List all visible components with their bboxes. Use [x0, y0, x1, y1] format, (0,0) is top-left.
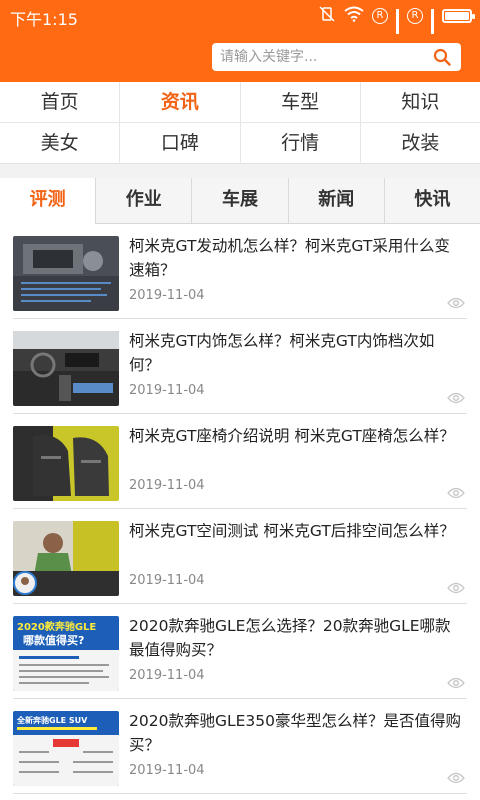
- list-item[interactable]: 柯米克GT发动机怎么样？柯米克GT采用什么变速箱？ 2019-11-04: [13, 224, 467, 319]
- tab-evaluation[interactable]: 评测: [0, 178, 97, 224]
- article-thumbnail: [13, 521, 119, 596]
- category-modification[interactable]: 改装: [361, 123, 480, 164]
- category-models[interactable]: 车型: [241, 82, 361, 122]
- article-date: 2019-11-04: [129, 288, 205, 303]
- list-item[interactable]: 全新奔驰GLE SUV 2020款奔驰GLE350豪华型怎么样？是否值得购买？ …: [13, 699, 467, 794]
- roaming-icon-2: R: [407, 8, 423, 24]
- article-date: 2019-11-04: [129, 668, 205, 683]
- article-thumbnail: [13, 236, 119, 311]
- article-title: 2020款奔驰GLE350豪华型怎么样？是否值得购买？: [129, 712, 461, 754]
- category-grid: 首页 资讯 车型 知识 美女 口碑 行情 改装: [0, 82, 480, 164]
- category-knowledge[interactable]: 知识: [361, 82, 480, 122]
- search-icon[interactable]: [433, 48, 451, 66]
- category-row: 首页 资讯 车型 知识: [0, 82, 480, 123]
- signal-icon-2: [431, 9, 434, 44]
- category-row: 美女 口碑 行情 改装: [0, 123, 480, 164]
- list-item[interactable]: 柯米克GT内饰怎么样？柯米克GT内饰档次如何？ 2019-11-04: [13, 319, 467, 414]
- article-title: 柯米克GT发动机怎么样？柯米克GT采用什么变速箱？: [129, 237, 450, 279]
- thumbnail-text: 哪款值得买?: [23, 633, 84, 647]
- header: [0, 34, 480, 82]
- category-beauty[interactable]: 美女: [0, 123, 121, 164]
- tab-auto-show[interactable]: 车展: [192, 178, 289, 223]
- category-reviews[interactable]: 口碑: [120, 123, 241, 164]
- wifi-icon: [344, 6, 364, 26]
- search-box[interactable]: [212, 43, 461, 71]
- article-title: 柯米克GT空间测试 柯米克GT后排空间怎么样？: [129, 522, 455, 540]
- tab-homework[interactable]: 作业: [96, 178, 193, 223]
- tab-flash[interactable]: 快讯: [385, 178, 480, 223]
- vibrate-off-icon: [318, 6, 336, 26]
- status-icons: R R: [318, 6, 475, 44]
- eye-icon: [447, 294, 465, 309]
- thumbnail-text: 全新奔驰GLE SUV: [16, 715, 88, 725]
- eye-icon: [447, 579, 465, 594]
- article-date: 2019-11-04: [129, 478, 205, 493]
- article-thumbnail: 2020款奔驰GLE 哪款值得买?: [13, 616, 119, 691]
- status-bar: 下午1:15 R R: [0, 0, 480, 44]
- article-thumbnail: [13, 331, 119, 406]
- eye-icon: [447, 769, 465, 784]
- signal-icon: [396, 9, 399, 44]
- thumbnail-text: 2020款奔驰GLE: [17, 620, 96, 633]
- section-divider: [0, 164, 480, 178]
- category-market[interactable]: 行情: [241, 123, 361, 164]
- tab-news[interactable]: 新闻: [289, 178, 385, 223]
- list-item[interactable]: 柯米克GT座椅介绍说明 柯米克GT座椅怎么样？ 2019-11-04: [13, 414, 467, 509]
- article-title: 柯米克GT座椅介绍说明 柯米克GT座椅怎么样？: [129, 427, 455, 445]
- roaming-icon: R: [372, 8, 388, 24]
- list-item[interactable]: 柯米克GT空间测试 柯米克GT后排空间怎么样？ 2019-11-04: [13, 509, 467, 604]
- tab-bar: 评测 作业 车展 新闻 快讯: [0, 178, 480, 224]
- article-date: 2019-11-04: [129, 383, 205, 398]
- search-input[interactable]: [220, 43, 420, 71]
- status-time: 下午1:15: [10, 10, 78, 29]
- eye-icon: [447, 484, 465, 499]
- article-thumbnail: 全新奔驰GLE SUV: [13, 711, 119, 786]
- article-list: 柯米克GT发动机怎么样？柯米克GT采用什么变速箱？ 2019-11-04 柯米克…: [0, 224, 480, 794]
- battery-icon: [442, 9, 475, 23]
- article-title: 2020款奔驰GLE怎么选择？20款奔驰GLE哪款最值得购买？: [129, 617, 451, 659]
- category-news[interactable]: 资讯: [120, 82, 241, 122]
- article-title: 柯米克GT内饰怎么样？柯米克GT内饰档次如何？: [129, 332, 435, 374]
- list-item[interactable]: 2020款奔驰GLE 哪款值得买? 2020款奔驰GLE怎么选择？20款奔驰GL…: [13, 604, 467, 699]
- article-date: 2019-11-04: [129, 763, 205, 778]
- category-home[interactable]: 首页: [0, 82, 121, 122]
- eye-icon: [447, 389, 465, 404]
- article-thumbnail: [13, 426, 119, 501]
- article-date: 2019-11-04: [129, 573, 205, 588]
- eye-icon: [447, 674, 465, 689]
